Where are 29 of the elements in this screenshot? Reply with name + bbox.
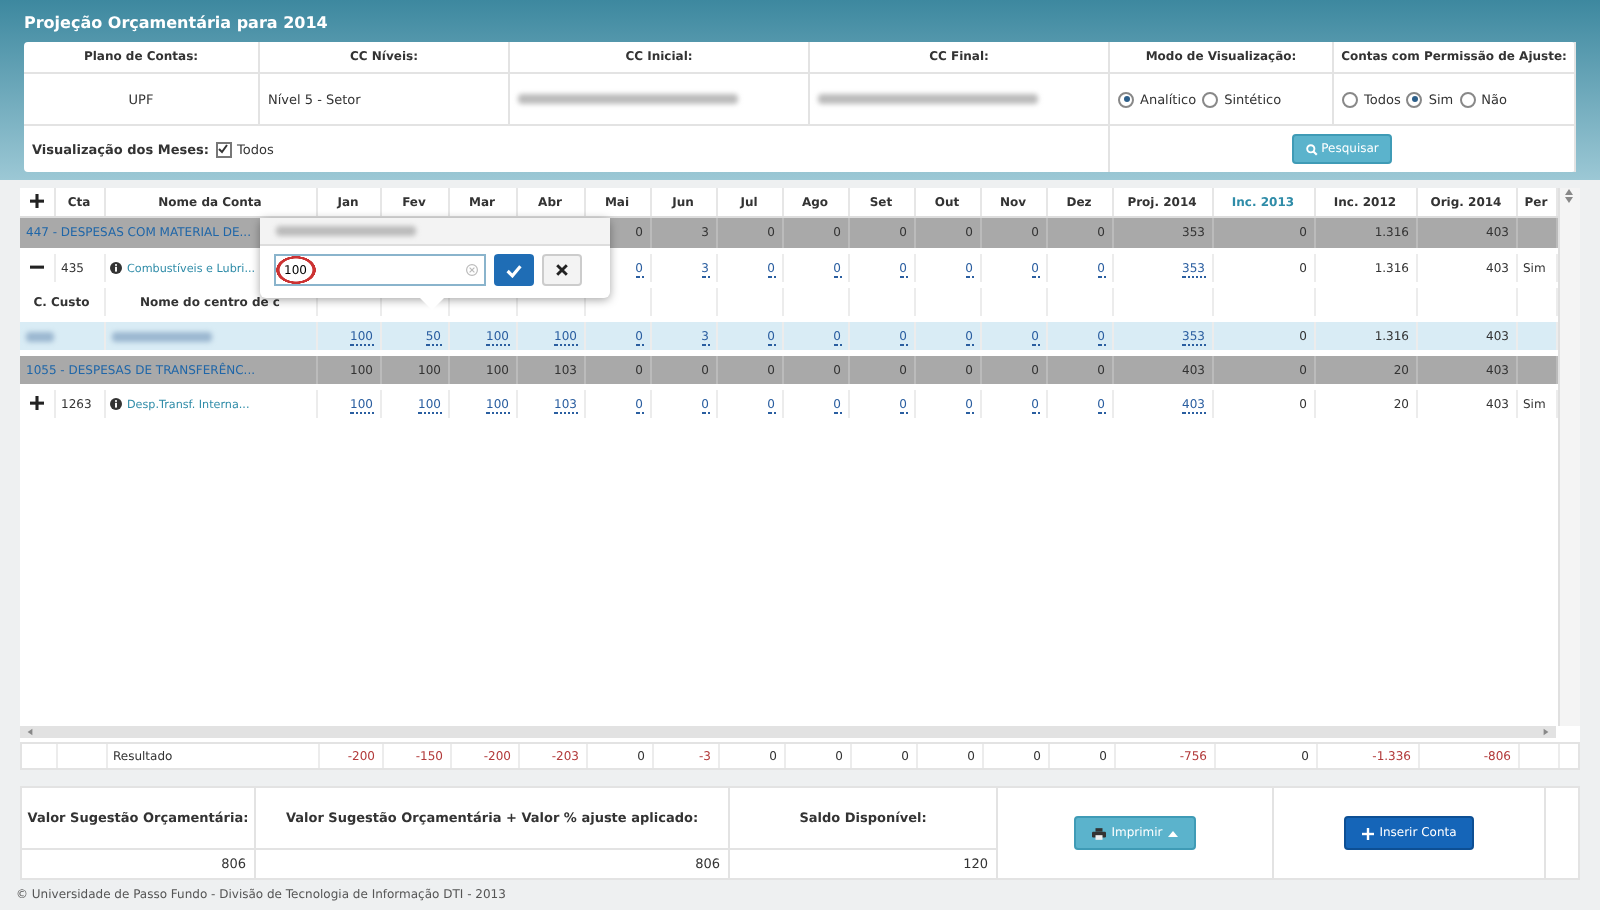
plus-icon[interactable] bbox=[29, 193, 44, 207]
scroll-up-icon[interactable] bbox=[1564, 188, 1575, 196]
plus-icon[interactable] bbox=[29, 395, 44, 409]
horizontal-scrollbar[interactable] bbox=[20, 726, 1556, 738]
radio-button[interactable] bbox=[1118, 91, 1134, 107]
clear-icon[interactable] bbox=[466, 264, 478, 276]
radio-button[interactable] bbox=[1342, 91, 1358, 107]
confirm-button[interactable] bbox=[494, 254, 534, 286]
radio-button[interactable] bbox=[1406, 91, 1423, 107]
radio-button[interactable] bbox=[1459, 91, 1476, 107]
scroll-right-icon[interactable] bbox=[1542, 728, 1550, 736]
redacted-text bbox=[26, 331, 54, 341]
printer-icon bbox=[1091, 827, 1106, 839]
redacted-text bbox=[111, 331, 211, 341]
redacted-text bbox=[276, 226, 416, 236]
checkbox[interactable] bbox=[215, 141, 231, 157]
check-icon bbox=[506, 263, 522, 277]
info-icon bbox=[109, 261, 121, 274]
scroll-down-icon[interactable] bbox=[1564, 196, 1575, 204]
vertical-scrollbar[interactable] bbox=[1557, 188, 1580, 726]
close-icon bbox=[556, 264, 568, 276]
cancel-button[interactable] bbox=[542, 254, 582, 286]
caret-icon bbox=[1168, 829, 1179, 837]
search-icon bbox=[1305, 143, 1318, 155]
page-title: Projeção Orçamentária para 2014 bbox=[24, 14, 330, 32]
scroll-left-icon[interactable] bbox=[26, 728, 34, 736]
radio-button[interactable] bbox=[1202, 91, 1219, 107]
info-icon bbox=[109, 397, 121, 410]
plus-icon bbox=[1361, 827, 1374, 839]
